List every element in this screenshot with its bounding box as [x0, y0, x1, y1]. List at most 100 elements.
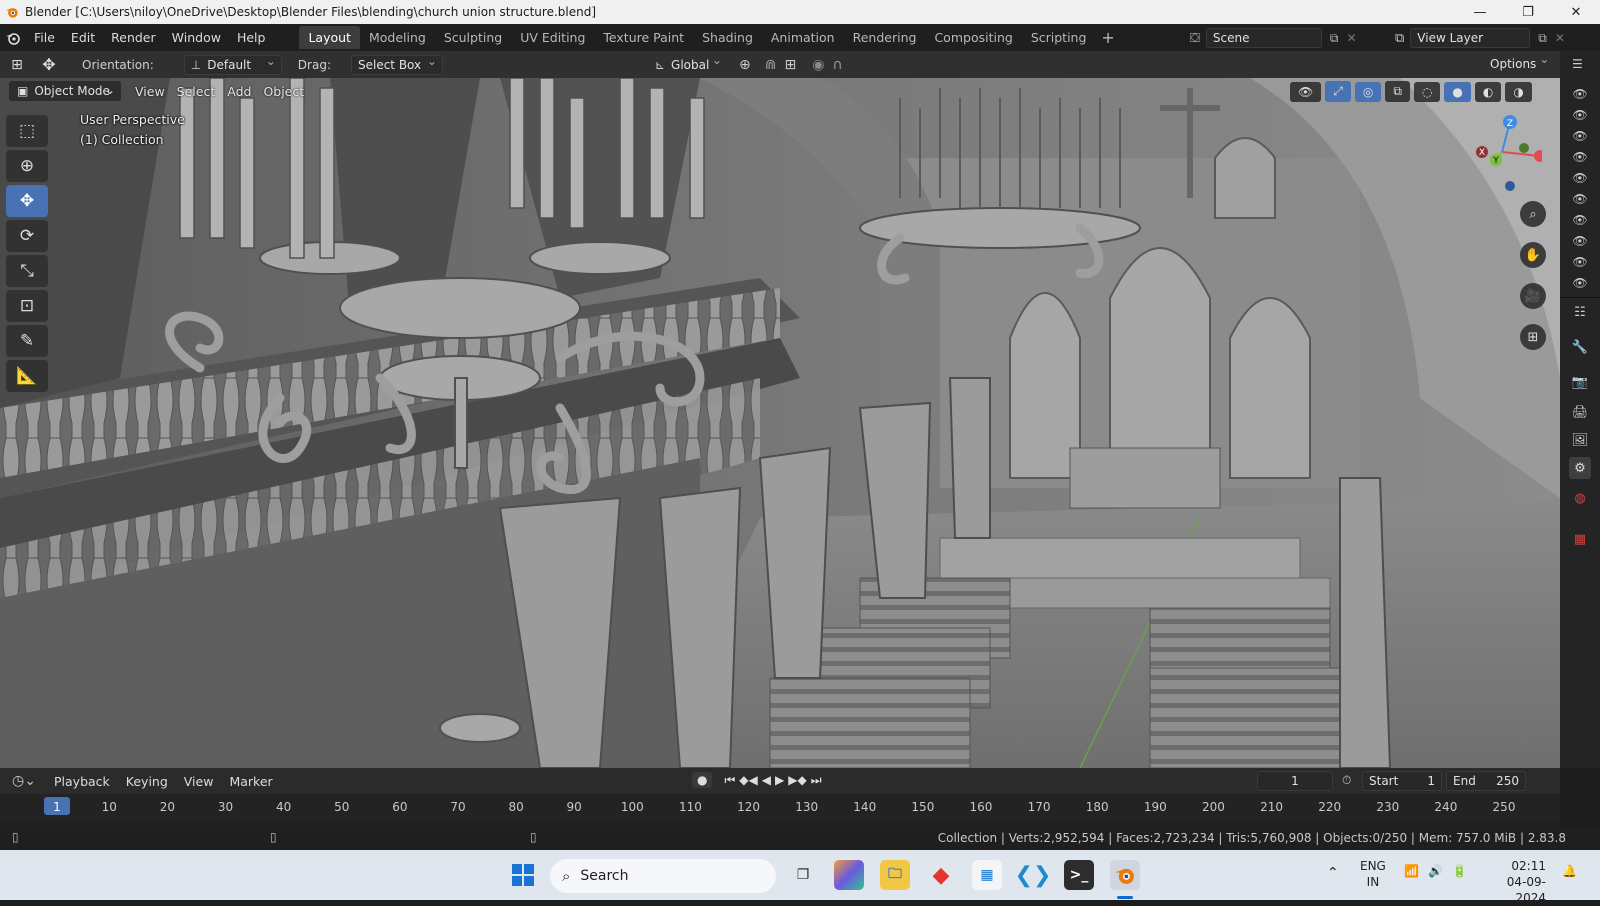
end-frame-field[interactable]: End 250 [1446, 771, 1526, 791]
texture-properties-icon[interactable]: ▦ [1569, 528, 1591, 550]
wifi-icon[interactable]: 📶 [1404, 864, 1419, 878]
visibility-eye-icon[interactable]: 👁 [1572, 109, 1588, 121]
cursor-tool-icon[interactable]: ⊕ [6, 150, 48, 182]
delete-scene-icon[interactable]: ✕ [1346, 31, 1356, 45]
viewport-menu-add[interactable]: Add [221, 84, 257, 99]
blender-taskbar-icon[interactable] [1110, 860, 1140, 890]
scale-tool-icon[interactable]: ⤡ [6, 255, 48, 287]
volume-icon[interactable]: 🔊 [1428, 864, 1443, 878]
visibility-eye-icon[interactable]: 👁 [1572, 235, 1588, 247]
measure-tool-icon[interactable]: 📐 [6, 360, 48, 392]
tab-animation[interactable]: Animation [762, 26, 844, 49]
battery-icon[interactable]: 🔋 [1452, 864, 1467, 878]
3d-viewport[interactable]: ▣ Object Mode ⌄ View Select Add Object 👁… [0, 78, 1560, 768]
menu-help[interactable]: Help [229, 30, 274, 45]
clock[interactable]: 02:11 04-09-2024 [1486, 858, 1546, 906]
next-keyframe-icon[interactable]: ▶◆ [788, 773, 806, 787]
start-frame-field[interactable]: Start 1 [1362, 771, 1442, 791]
notification-bell-icon[interactable]: 🔔 [1562, 864, 1577, 878]
viewport-menu-view[interactable]: View [129, 84, 171, 99]
blender-menu-icon[interactable] [0, 30, 26, 46]
timeline-ruler[interactable]: 1 10 20 30 40 50 60 70 80 90 100 110 120 130 140 150 160… [0, 794, 1560, 820]
tab-compositing[interactable]: Compositing [925, 26, 1021, 49]
world-properties-icon[interactable]: ◍ [1569, 487, 1591, 509]
play-reverse-icon[interactable]: ◀ [762, 773, 771, 787]
tab-uv-editing[interactable]: UV Editing [511, 26, 594, 49]
navigation-gizmo[interactable]: Z X Y [1462, 112, 1542, 192]
tab-modeling[interactable]: Modeling [360, 26, 435, 49]
new-scene-icon[interactable]: ⧉ [1330, 31, 1339, 46]
visibility-eye-icon[interactable]: 👁 [1572, 277, 1588, 289]
current-frame-field[interactable]: 1 [1257, 771, 1333, 791]
move-tool-icon[interactable]: ✥ [34, 55, 64, 74]
delete-view-layer-icon[interactable]: ✕ [1555, 31, 1565, 45]
tab-layout[interactable]: Layout [299, 26, 360, 49]
transform-tool-icon[interactable]: ⊡ [6, 290, 48, 322]
timeline-menu-keying[interactable]: Keying [118, 774, 176, 789]
windows-start-icon[interactable] [508, 860, 538, 890]
timeline-menu-playback[interactable]: Playback [46, 774, 118, 789]
view-layer-properties-icon[interactable]: 🖼 [1569, 429, 1591, 451]
pan-hand-icon[interactable]: ✋ [1520, 242, 1546, 268]
annotate-tool-icon[interactable]: ✎ [6, 325, 48, 357]
stopwatch-icon[interactable]: ⏱ [1342, 773, 1351, 788]
output-properties-icon[interactable]: 🖨 [1569, 401, 1591, 423]
timeline-menu-marker[interactable]: Marker [221, 774, 280, 789]
properties-editor-icon[interactable]: ☷ [1569, 301, 1591, 323]
tab-scripting[interactable]: Scripting [1022, 26, 1096, 49]
select-box-tool-icon[interactable]: ⬚ [6, 115, 48, 147]
minimize-button[interactable]: — [1456, 0, 1504, 24]
solid-shading-icon[interactable]: ● [1444, 81, 1471, 102]
add-workspace-button[interactable]: + [1095, 28, 1120, 47]
gizmo-toggle-icon[interactable]: ⤢ [1325, 81, 1351, 102]
copilot-icon[interactable] [834, 860, 864, 890]
falloff-icon[interactable]: ∩ [832, 57, 842, 73]
show-hidden-icons-icon[interactable]: ⌃ [1327, 865, 1339, 881]
record-icon[interactable]: ● [692, 772, 713, 788]
tab-rendering[interactable]: Rendering [844, 26, 926, 49]
orientation-dropdown[interactable]: ⊥ Default [183, 54, 282, 75]
perspective-toggle-icon[interactable]: ⊞ [1520, 324, 1546, 350]
scene-icon[interactable]: ⛋ [1190, 31, 1200, 46]
wireframe-shading-icon[interactable]: ◌ [1413, 81, 1441, 102]
file-explorer-icon[interactable]: 🗀 [880, 860, 910, 890]
language-indicator[interactable]: ENG IN [1360, 858, 1386, 890]
camera-view-icon[interactable]: 🎥 [1520, 283, 1546, 309]
visibility-eye-icon[interactable]: 👁 [1572, 256, 1588, 268]
zoom-icon[interactable]: ⌕ [1520, 201, 1546, 227]
new-view-layer-icon[interactable]: ⧉ [1538, 31, 1547, 46]
pivot-point-icon[interactable]: ⊕ [739, 57, 751, 73]
prev-keyframe-icon[interactable]: ◆◀ [739, 773, 757, 787]
close-button[interactable]: ✕ [1552, 0, 1600, 24]
vscode-icon[interactable]: ❮❯ [1015, 860, 1052, 890]
tab-texture-paint[interactable]: Texture Paint [594, 26, 693, 49]
menu-file[interactable]: File [26, 30, 63, 45]
taskbar-search-box[interactable]: ⌕ Search [550, 859, 776, 893]
transform-orientation-dropdown[interactable]: ⊾ Global [649, 53, 727, 75]
visibility-icon[interactable]: 👁 [1290, 81, 1322, 102]
snap-icon[interactable]: ⋒ [765, 57, 777, 73]
editor-type-icon[interactable]: ☰ [1572, 57, 1583, 71]
microsoft-store-icon[interactable]: ▦ [972, 860, 1002, 890]
scene-selector[interactable]: Scene [1205, 28, 1322, 48]
viewport-menu-select[interactable]: Select [171, 84, 222, 99]
menu-window[interactable]: Window [164, 30, 229, 45]
tab-shading[interactable]: Shading [693, 26, 762, 49]
visibility-eye-icon[interactable]: 👁 [1572, 130, 1588, 142]
rendered-shading-icon[interactable]: ◑ [1505, 81, 1532, 102]
visibility-eye-icon[interactable]: 👁 [1572, 151, 1588, 163]
options-dropdown[interactable]: Options [1484, 52, 1554, 74]
visibility-eye-icon[interactable]: 👁 [1572, 214, 1588, 226]
drag-dropdown[interactable]: Select Box [350, 54, 443, 75]
rotate-tool-icon[interactable]: ⟳ [6, 220, 48, 252]
visibility-eye-icon[interactable]: 👁 [1572, 193, 1588, 205]
timeline-scrollbar[interactable] [0, 820, 1560, 828]
mode-dropdown[interactable]: ▣ Object Mode ⌄ [9, 81, 121, 101]
visibility-eye-icon[interactable]: 👁 [1572, 88, 1588, 100]
view-layer-selector[interactable]: View Layer [1410, 28, 1531, 48]
tab-sculpting[interactable]: Sculpting [435, 26, 511, 49]
view-layer-icon[interactable]: ⧉ [1395, 31, 1404, 46]
editor-type-button[interactable]: ⊞ [0, 57, 34, 73]
overlay-toggle-icon[interactable]: ◎ [1354, 81, 1382, 102]
app-diamond-icon[interactable]: ◆ [926, 860, 956, 890]
